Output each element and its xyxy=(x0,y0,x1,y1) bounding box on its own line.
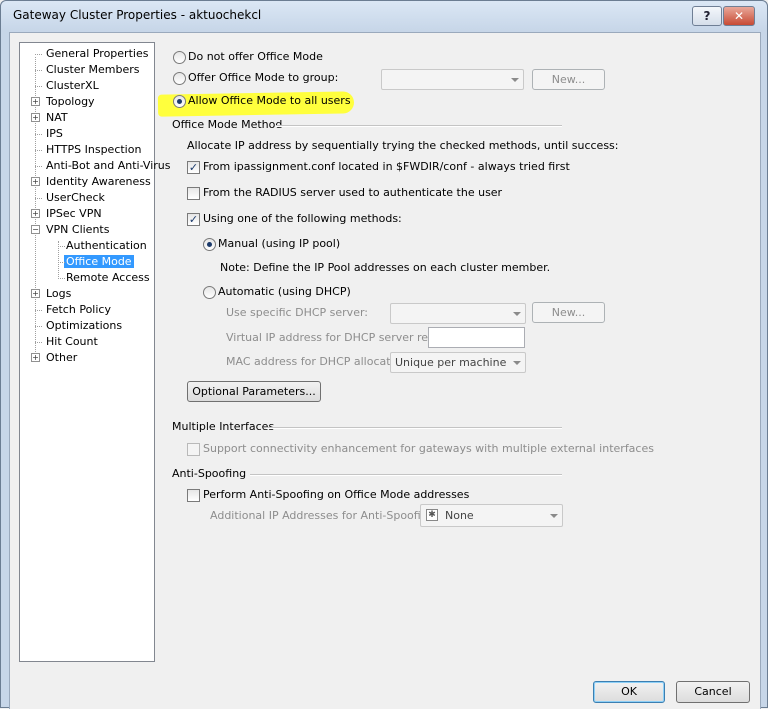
auto-label: Automatic (using DHCP) xyxy=(218,285,351,298)
expand-plus-icon[interactable]: + xyxy=(31,97,40,106)
ipassignment-label: From ipassignment.conf located in $FWDIR… xyxy=(203,160,570,173)
expand-plus-icon[interactable]: + xyxy=(31,289,40,298)
mac-allocation-label: MAC address for DHCP allocation: xyxy=(226,355,412,368)
tree-item-logs[interactable]: + Logs xyxy=(31,287,71,301)
multiple-interfaces-title: Multiple Interfaces xyxy=(172,420,275,433)
tree-item-identity-awareness[interactable]: + Identity Awareness xyxy=(31,175,151,189)
chevron-down-icon xyxy=(513,312,521,316)
expand-plus-icon[interactable]: + xyxy=(31,113,40,122)
tree-item-remote-access[interactable]: Remote Access xyxy=(58,271,150,285)
tree-item-clusterxl[interactable]: ClusterXL xyxy=(35,79,99,93)
allocate-description: Allocate IP address by sequentially tryi… xyxy=(187,139,619,152)
tree-item-topology[interactable]: + Topology xyxy=(31,95,95,109)
chevron-down-icon xyxy=(513,361,521,365)
radio-automatic-dhcp[interactable] xyxy=(203,286,216,299)
multi-interface-label: Support connectivity enhancement for gat… xyxy=(203,442,654,455)
dhcp-server-combo[interactable] xyxy=(390,303,526,324)
tree-item-https-inspection[interactable]: HTTPS Inspection xyxy=(35,143,141,157)
radio-offer-group-label: Offer Office Mode to group: xyxy=(188,71,339,84)
methods-label: Using one of the following methods: xyxy=(203,212,402,225)
radio-allow-all-users[interactable] xyxy=(173,95,186,108)
tree-item-fetch-policy[interactable]: Fetch Policy xyxy=(35,303,111,317)
dhcp-server-label: Use specific DHCP server: xyxy=(226,306,368,319)
chevron-down-icon xyxy=(511,78,519,82)
window-title: Gateway Cluster Properties - aktuochekcl xyxy=(13,8,262,22)
cancel-button[interactable]: Cancel xyxy=(676,681,750,703)
section-divider xyxy=(266,427,562,429)
additional-ip-label: Additional IP Addresses for Anti-Spoofin… xyxy=(210,509,439,522)
tree-item-general-properties[interactable]: General Properties xyxy=(35,47,148,61)
navigation-tree[interactable]: General Properties Cluster Members Clust… xyxy=(19,42,170,662)
tree-item-ips[interactable]: IPS xyxy=(35,127,63,141)
mac-allocation-combo[interactable]: Unique per machine xyxy=(390,352,526,373)
radio-do-not-offer-label: Do not offer Office Mode xyxy=(188,50,323,63)
radius-checkbox[interactable] xyxy=(187,187,200,200)
section-divider xyxy=(276,125,562,127)
close-button[interactable]: ✕ xyxy=(723,6,755,26)
anti-spoofing-label: Perform Anti-Spoofing on Office Mode add… xyxy=(203,488,470,501)
virtual-ip-input[interactable] xyxy=(428,327,525,348)
chevron-down-icon xyxy=(550,514,558,518)
collapse-minus-icon[interactable]: − xyxy=(31,225,40,234)
section-divider xyxy=(250,474,562,476)
expand-plus-icon[interactable]: + xyxy=(31,353,40,362)
tree-item-anti-bot[interactable]: Anti-Bot and Anti-Virus xyxy=(35,159,170,173)
anti-spoofing-checkbox[interactable] xyxy=(187,489,200,502)
tree-item-vpn-clients[interactable]: − VPN Clients xyxy=(31,223,109,237)
ok-button[interactable]: OK xyxy=(593,681,665,703)
title-bar[interactable]: Gateway Cluster Properties - aktuochekcl… xyxy=(1,1,767,31)
additional-ip-combo[interactable]: ✱ None xyxy=(420,504,563,527)
tree-item-other[interactable]: + Other xyxy=(31,351,77,365)
ipassignment-checkbox[interactable]: ✓ xyxy=(187,161,200,174)
tree-item-hit-count[interactable]: Hit Count xyxy=(35,335,98,349)
group-new-button[interactable]: New... xyxy=(532,69,605,90)
tree-item-nat[interactable]: + NAT xyxy=(31,111,68,125)
tree-item-authentication[interactable]: Authentication xyxy=(58,239,147,253)
dhcp-new-button[interactable]: New... xyxy=(532,302,605,323)
optional-parameters-button[interactable]: Optional Parameters... xyxy=(187,381,321,402)
multi-interface-checkbox[interactable] xyxy=(187,443,200,456)
tree-item-office-mode[interactable]: Office Mode xyxy=(58,255,134,269)
radio-allow-all-label: Allow Office Mode to all users xyxy=(188,94,351,107)
radio-offer-group[interactable] xyxy=(173,72,186,85)
methods-checkbox[interactable]: ✓ xyxy=(187,213,200,226)
group-combo[interactable] xyxy=(381,69,524,90)
tree-item-usercheck[interactable]: UserCheck xyxy=(35,191,105,205)
radio-do-not-offer[interactable] xyxy=(173,51,186,64)
anti-spoofing-title: Anti-Spoofing xyxy=(172,467,247,480)
manual-note: Note: Define the IP Pool addresses on ea… xyxy=(220,261,551,274)
virtual-ip-label: Virtual IP address for DHCP server repli… xyxy=(226,331,458,344)
tree-item-ipsec-vpn[interactable]: + IPSec VPN xyxy=(31,207,102,221)
office-mode-method-title: Office Mode Method xyxy=(172,118,283,131)
help-button[interactable]: ? xyxy=(692,6,722,26)
expand-plus-icon[interactable]: + xyxy=(31,177,40,186)
radio-manual-ip-pool[interactable] xyxy=(203,238,216,251)
network-object-icon: ✱ xyxy=(426,509,438,521)
tree-item-optimizations[interactable]: Optimizations xyxy=(35,319,122,333)
tree-item-cluster-members[interactable]: Cluster Members xyxy=(35,63,140,77)
manual-label: Manual (using IP pool) xyxy=(218,237,341,250)
expand-plus-icon[interactable]: + xyxy=(31,209,40,218)
radius-label: From the RADIUS server used to authentic… xyxy=(203,186,503,199)
